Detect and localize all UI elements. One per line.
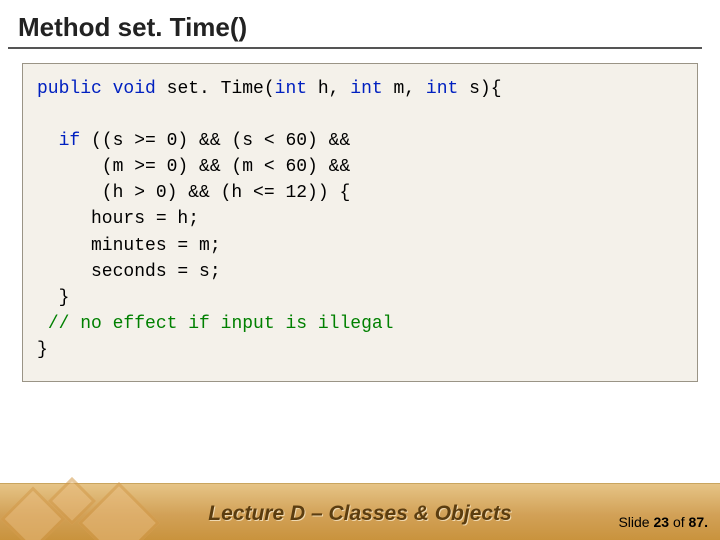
keyword-int: int [275,79,307,99]
code-text: (m >= 0) && (m < 60) && [37,157,350,177]
keyword-if: if [59,131,81,151]
slide-label-prefix: Slide [618,514,653,530]
code-text: s){ [458,79,501,99]
slide-number: Slide 23 of 87. [618,514,708,530]
code-block: public void set. Time(int h, int m, int … [37,76,683,363]
slide: Method set. Time() public void set. Time… [0,0,720,540]
code-box: public void set. Time(int h, int m, int … [22,63,698,382]
keyword-void: void [113,79,156,99]
code-text [37,314,48,334]
code-text [102,79,113,99]
slide-current: 23 [653,514,669,530]
code-text: set. Time( [156,79,275,99]
slide-label-mid: of [669,514,688,530]
keyword-public: public [37,79,102,99]
slide-total: 87. [689,514,708,530]
code-text: h, [307,79,350,99]
code-text: minutes = m; [37,236,221,256]
code-text: ((s >= 0) && (s < 60) && [80,131,350,151]
code-comment: // no effect if input is illegal [48,314,394,334]
slide-footer: Lecture D – Classes & Objects Slide 23 o… [0,483,720,540]
keyword-int: int [426,79,458,99]
slide-title: Method set. Time() [0,0,720,47]
code-text: } [37,288,69,308]
code-text: hours = h; [37,209,199,229]
code-text: (h > 0) && (h <= 12)) { [37,183,350,203]
code-text: m, [383,79,426,99]
code-text: seconds = s; [37,262,221,282]
title-underline [8,47,702,49]
lecture-title: Lecture D – Classes & Objects [0,502,720,526]
keyword-int: int [350,79,382,99]
code-text: } [37,340,48,360]
code-text [37,131,59,151]
